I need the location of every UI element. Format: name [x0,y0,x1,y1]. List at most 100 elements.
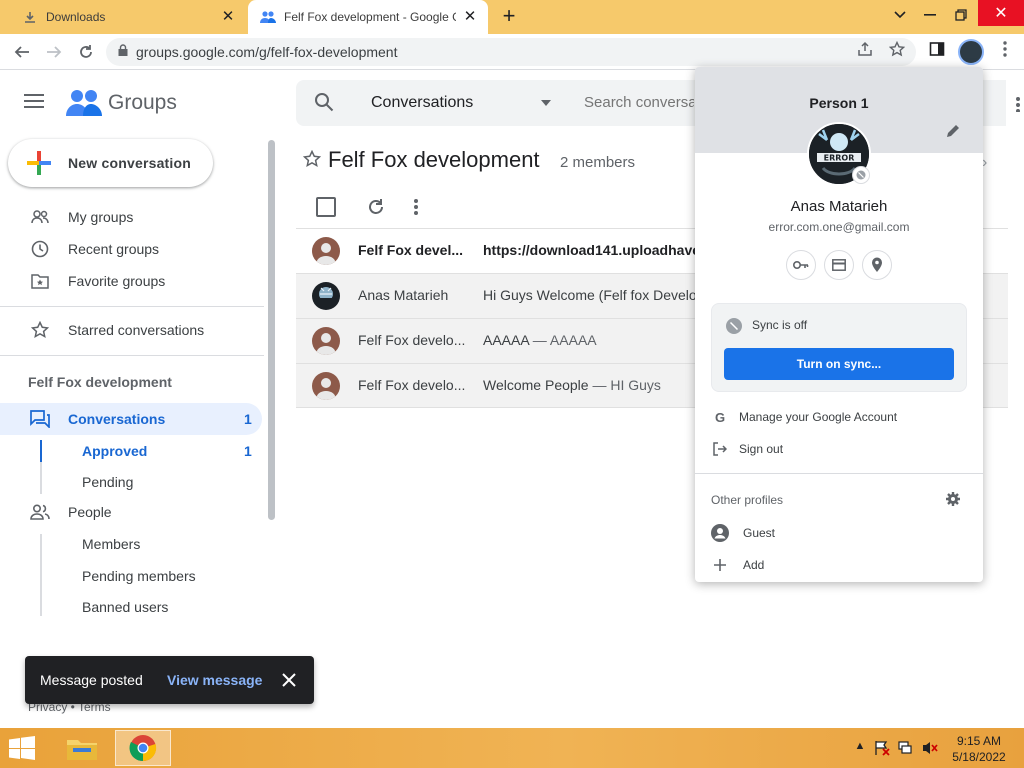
windows-start-icon[interactable] [8,736,38,762]
search-input[interactable] [584,94,694,111]
sidebar-item-people[interactable]: People [0,496,262,528]
back-arrow-icon[interactable] [10,40,34,64]
manage-account-item[interactable]: G Manage your Google Account [695,401,983,433]
groups-logo-icon[interactable] [66,88,102,118]
url-text: groups.google.com/g/felf-fox-development [136,44,398,60]
sidebar-item-my-groups[interactable]: My groups [0,201,262,233]
star-outline-icon [30,320,50,340]
turn-on-sync-button[interactable]: Turn on sync... [724,348,954,380]
sidebar-sub-banned-users[interactable]: Banned users [82,599,168,615]
sidebar-item-label: Starred conversations [68,322,205,338]
close-tab-icon[interactable]: ✕ [462,9,478,25]
file-explorer-icon[interactable] [54,730,110,766]
action-center-flag-icon[interactable] [874,740,890,756]
close-window-icon[interactable]: ✕ [978,0,1024,26]
caret-down-icon[interactable] [541,100,551,106]
address-bar[interactable]: groups.google.com/g/felf-fox-development [106,38,916,66]
default-avatar-icon [312,327,340,355]
people-outline-icon [30,207,50,227]
conversation-sender: Anas Matarieh [358,287,449,303]
sidebar-divider [0,355,264,356]
search-icon[interactable] [314,92,336,114]
minimize-icon[interactable] [915,0,945,30]
sync-status: Sync is off [752,318,808,332]
close-icon[interactable] [279,670,299,690]
location-pin-icon[interactable] [862,250,892,280]
guest-label: Guest [743,526,776,540]
forward-arrow-icon[interactable] [42,40,66,64]
profile-photo-avatar [312,282,340,310]
tray-chevron-up-icon[interactable]: ▲ [852,740,868,756]
sidebar-item-starred-conversations[interactable]: Starred conversations [0,314,262,346]
tab-search-chevron-icon[interactable] [888,0,912,30]
search-scope-select[interactable]: Conversations [371,94,473,112]
tab-downloads[interactable]: Downloads ✕ [0,0,246,34]
new-conversation-button[interactable]: New conversation [8,139,213,187]
tree-line [40,462,42,494]
view-message-link[interactable]: View message [167,672,262,688]
taskbar-clock[interactable]: 9:15 AM 5/18/2022 [946,733,1012,765]
sidebar-sub-members[interactable]: Members [82,536,140,552]
key-icon[interactable] [786,250,816,280]
snackbar-message: Message posted [40,672,143,688]
refresh-icon[interactable] [366,197,386,217]
more-vert-icon[interactable] [406,197,426,217]
star-folder-icon [30,271,50,291]
tab-title: Downloads [46,10,106,24]
pencil-edit-icon[interactable] [945,123,961,139]
conversation-sender: Felf Fox develo... [358,377,466,393]
close-tab-icon[interactable]: ✕ [220,9,236,25]
subject-text: AAAAA [483,332,529,348]
default-avatar-icon [312,237,340,265]
app-name[interactable]: Groups [108,91,177,115]
hamburger-menu-icon[interactable] [24,92,48,116]
new-conversation-label: New conversation [68,155,192,171]
share-icon[interactable] [856,40,874,58]
member-count[interactable]: 2 members [560,154,635,171]
sidebar-sub-pending[interactable]: Pending [82,474,133,490]
apps-grid-icon[interactable] [1014,96,1024,113]
reload-icon[interactable] [74,40,98,64]
conversation-sender: Felf Fox devel... [358,242,464,258]
plus-icon [711,556,729,574]
clock-time: 9:15 AM [956,734,1002,748]
sidebar-item-recent-groups[interactable]: Recent groups [0,233,262,265]
sync-card: Sync is off Turn on sync... [711,303,967,392]
chrome-taskbar-icon[interactable] [115,730,171,766]
approved-count: 1 [244,443,252,459]
sign-out-item[interactable]: Sign out [695,433,983,465]
profile-menu-divider [695,473,983,474]
sidebar-sub-approved[interactable]: Approved [82,443,147,459]
kebab-menu-icon[interactable] [996,40,1014,58]
profile-avatar-button[interactable] [958,39,984,65]
volume-muted-icon[interactable] [922,740,938,756]
star-outline-icon[interactable] [302,149,322,168]
restore-icon[interactable] [946,0,976,30]
sidebar-sub-pending-members[interactable]: Pending members [82,568,196,584]
side-panel-icon[interactable] [928,40,946,58]
other-profiles-heading: Other profiles [711,493,784,507]
bookmark-star-icon[interactable] [888,40,906,58]
avatar-error-text: ERROR [824,154,855,163]
sidebar-divider [0,306,264,307]
conversation-count: 1 [244,411,252,427]
group-name-heading: Felf Fox development [28,374,172,390]
sidebar-item-label: Conversations [68,411,166,427]
credit-card-icon[interactable] [824,250,854,280]
sidebar-item-favorite-groups[interactable]: Favorite groups [0,265,262,297]
gear-icon[interactable] [945,491,961,507]
colorful-plus-icon [26,150,52,176]
forum-icon [30,409,50,429]
sidebar-item-label: My groups [68,209,134,225]
sidebar-scrollbar[interactable] [268,140,275,520]
tab-felf-fox-development[interactable]: Felf Fox development - Google Groups ✕ [248,0,488,34]
network-icon[interactable] [898,740,914,756]
select-all-checkbox[interactable] [316,197,336,217]
google-g-icon: G [714,409,726,425]
guest-profile-item[interactable]: Guest [695,517,983,549]
sidebar-item-conversations[interactable]: Conversations 1 [0,403,262,435]
add-label: Add [743,558,765,572]
new-tab-icon[interactable]: + [498,5,520,28]
snippet-text: — HI Guys [588,377,661,393]
add-profile-item[interactable]: Add [695,549,983,581]
